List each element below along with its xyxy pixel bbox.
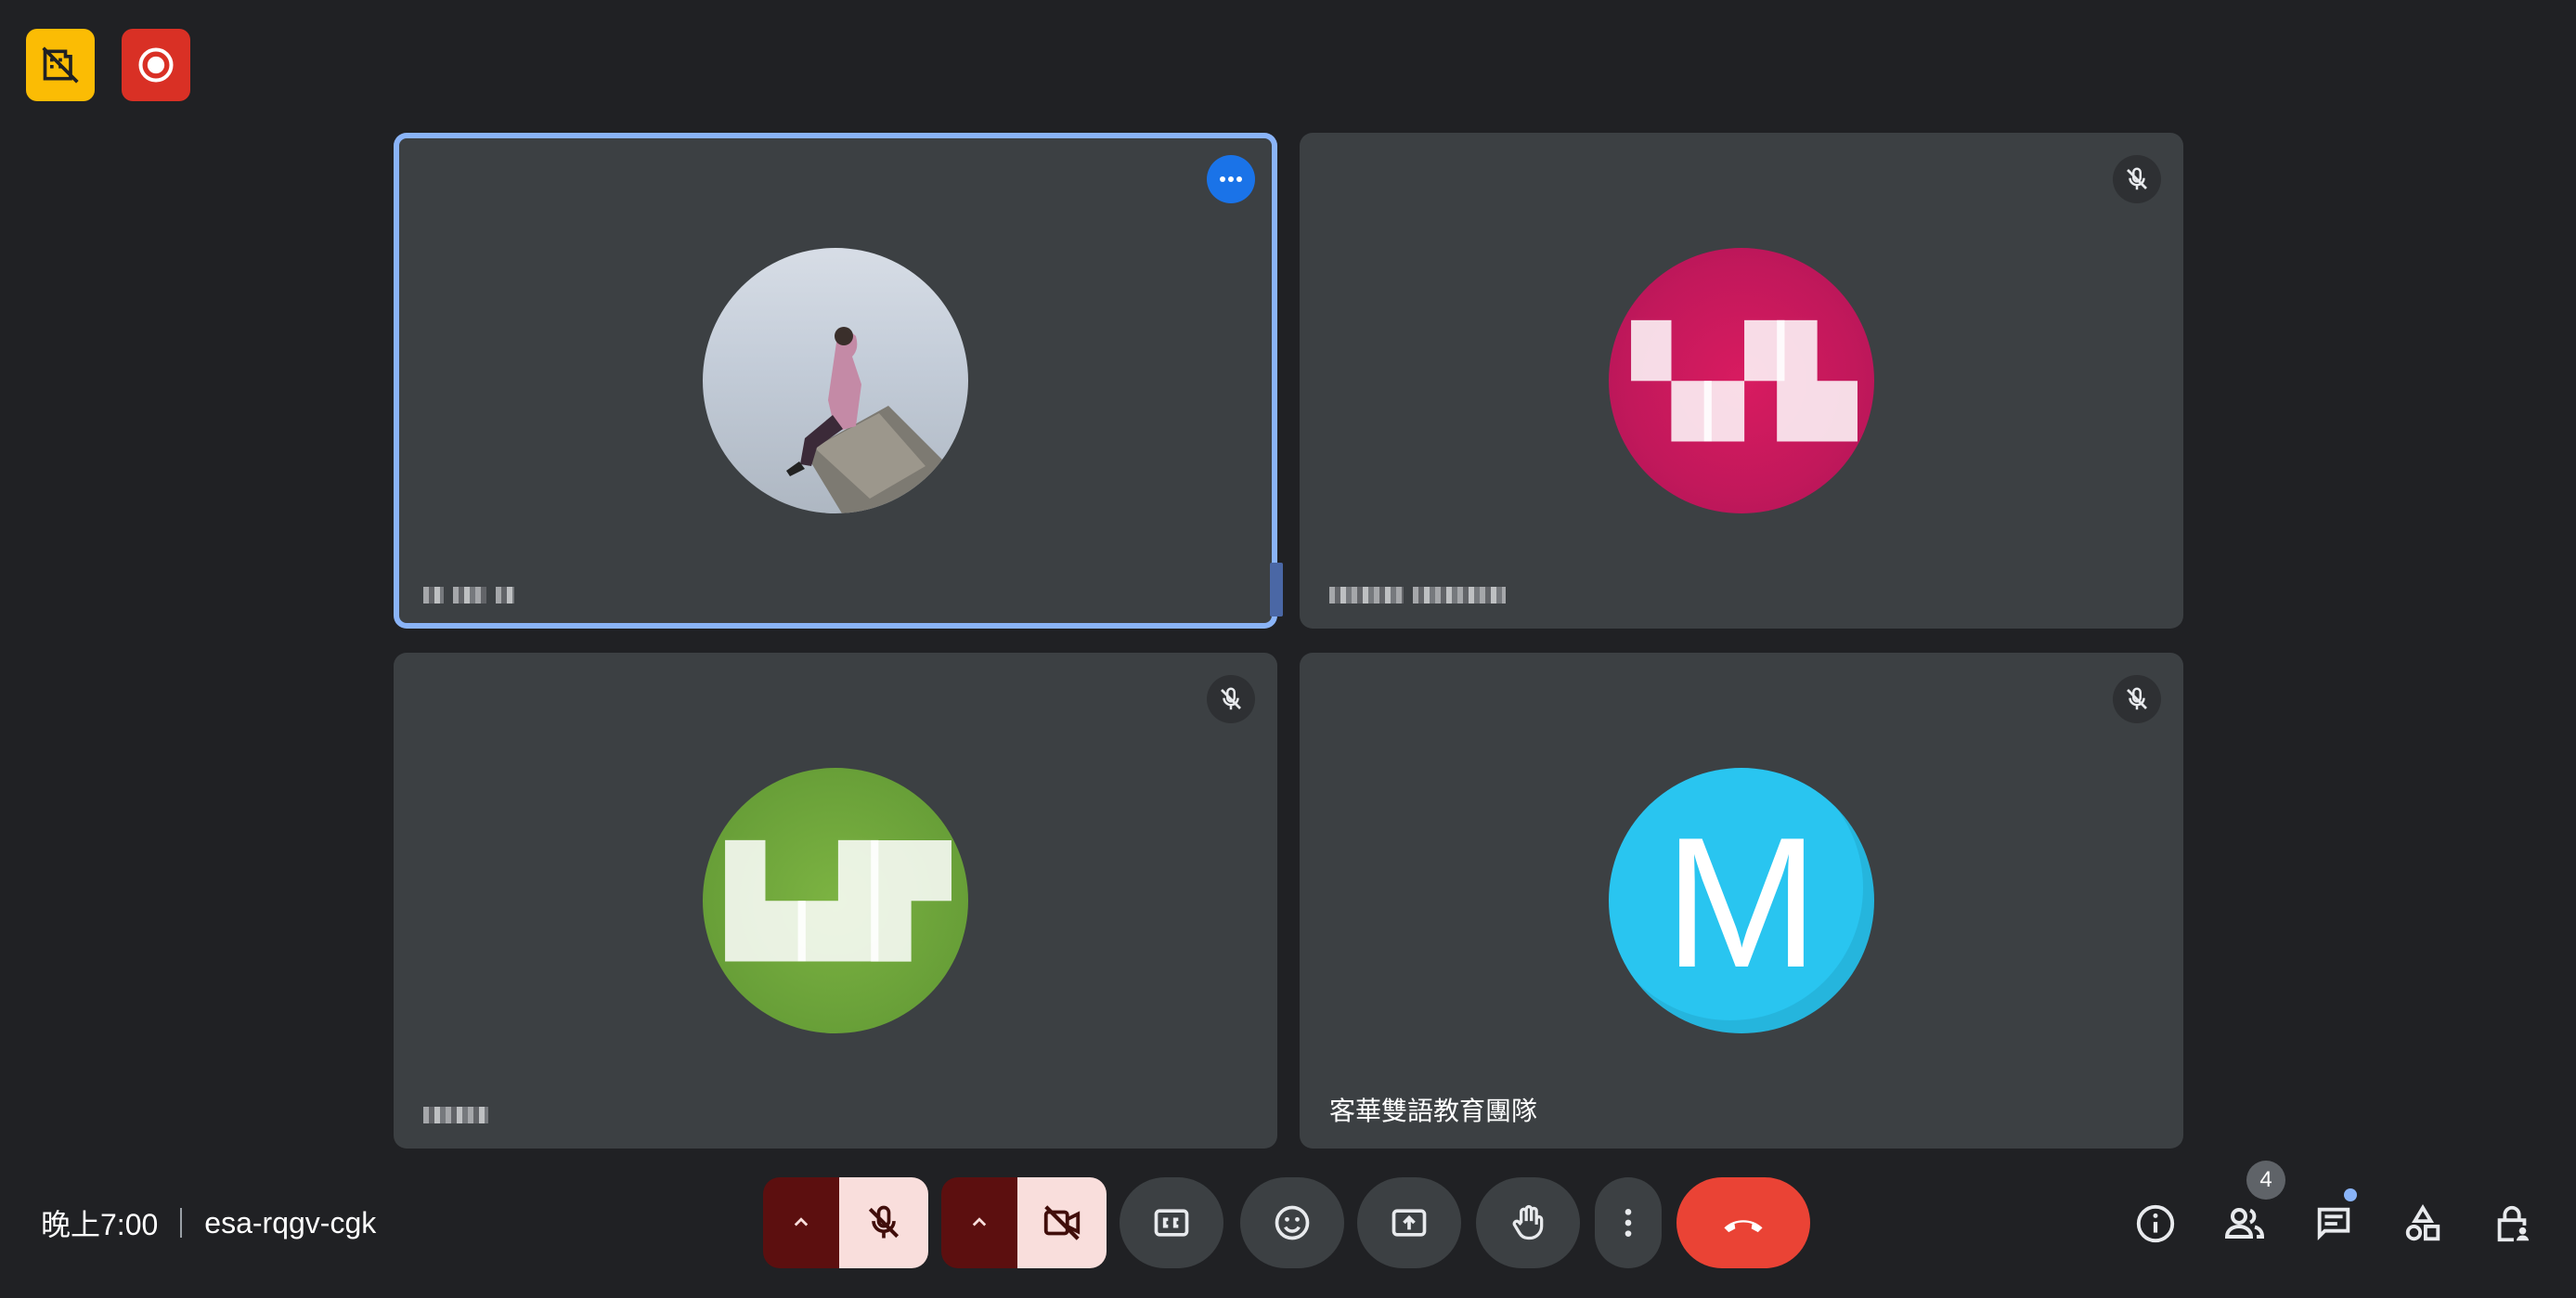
divider	[180, 1208, 183, 1238]
participant-name	[423, 578, 524, 608]
participant-avatar: ▚▞▙	[1609, 248, 1874, 513]
meeting-details-button[interactable]	[2129, 1198, 2181, 1250]
participant-avatar-letter: M	[1609, 768, 1874, 1033]
raise-hand-button[interactable]	[1476, 1177, 1580, 1268]
participant-muted-indicator	[2113, 155, 2161, 203]
activities-button[interactable]	[2397, 1198, 2449, 1250]
meeting-code[interactable]: esa-rqgv-cgk	[204, 1206, 376, 1240]
participant-tile[interactable]	[394, 133, 1277, 629]
mic-off-icon	[1221, 687, 1241, 710]
tile-resize-handle[interactable]	[1270, 563, 1283, 617]
mic-off-icon	[868, 1205, 900, 1239]
camera-control-group	[941, 1177, 1107, 1268]
chevron-up-icon	[972, 1217, 987, 1227]
mic-toggle-button[interactable]	[839, 1177, 928, 1268]
tile-more-options-button[interactable]	[1207, 155, 1255, 203]
hand-icon	[1512, 1205, 1544, 1240]
videocam-off-icon	[1043, 1205, 1081, 1240]
captions-button[interactable]	[1120, 1177, 1223, 1268]
participant-muted-indicator	[1207, 675, 1255, 723]
participant-tile[interactable]: M 客華雙語教育團隊	[1300, 653, 2183, 1149]
mic-off-icon	[2127, 167, 2147, 190]
no-recording-area-icon	[42, 46, 79, 84]
present-screen-button[interactable]	[1357, 1177, 1461, 1268]
participant-avatar: ▙▟▛	[703, 768, 968, 1033]
reactions-button[interactable]	[1240, 1177, 1344, 1268]
people-button[interactable]	[2219, 1198, 2271, 1250]
leave-call-button[interactable]	[1676, 1177, 1810, 1268]
participant-tile[interactable]: ▚▞▙	[1300, 133, 2183, 629]
more-options-button[interactable]	[1595, 1177, 1662, 1268]
emoji-icon	[1275, 1205, 1310, 1240]
participant-name	[423, 1098, 498, 1128]
participant-avatar-photo	[703, 248, 968, 513]
chat-button[interactable]	[2308, 1198, 2360, 1250]
meeting-info: 晚上7:00 esa-rqgv-cgk	[41, 1202, 376, 1243]
record-icon	[138, 47, 174, 83]
people-count-badge: 4	[2246, 1161, 2285, 1200]
audio-settings-button[interactable]	[763, 1177, 839, 1268]
present-to-all-icon	[1392, 1209, 1427, 1237]
meeting-time: 晚上7:00	[41, 1208, 159, 1241]
mic-off-icon	[2127, 687, 2147, 710]
lock-person-icon	[2497, 1205, 2530, 1242]
shapes-icon	[2405, 1204, 2440, 1241]
participant-muted-indicator	[2113, 675, 2161, 723]
people-icon	[2224, 1208, 2265, 1239]
mic-control-group	[763, 1177, 928, 1268]
info-icon	[2136, 1204, 2175, 1243]
no-recording-badge[interactable]	[26, 29, 95, 101]
chevron-up-icon	[794, 1217, 809, 1227]
participant-tile[interactable]: ▙▟▛	[394, 653, 1277, 1149]
chat-icon	[2317, 1207, 2350, 1241]
participant-name: 客華雙語教育團隊	[1329, 1097, 1538, 1125]
closed-caption-icon	[1154, 1209, 1189, 1237]
camera-toggle-button[interactable]	[1017, 1177, 1107, 1268]
call-end-icon	[1724, 1220, 1763, 1233]
host-controls-button[interactable]	[2486, 1198, 2538, 1250]
more-vert-icon	[1625, 1209, 1632, 1237]
video-settings-button[interactable]	[941, 1177, 1017, 1268]
chat-unread-dot	[2344, 1188, 2357, 1201]
participant-name	[1329, 578, 1515, 608]
more-horiz-icon	[1220, 176, 1242, 182]
recording-badge[interactable]	[122, 29, 190, 101]
